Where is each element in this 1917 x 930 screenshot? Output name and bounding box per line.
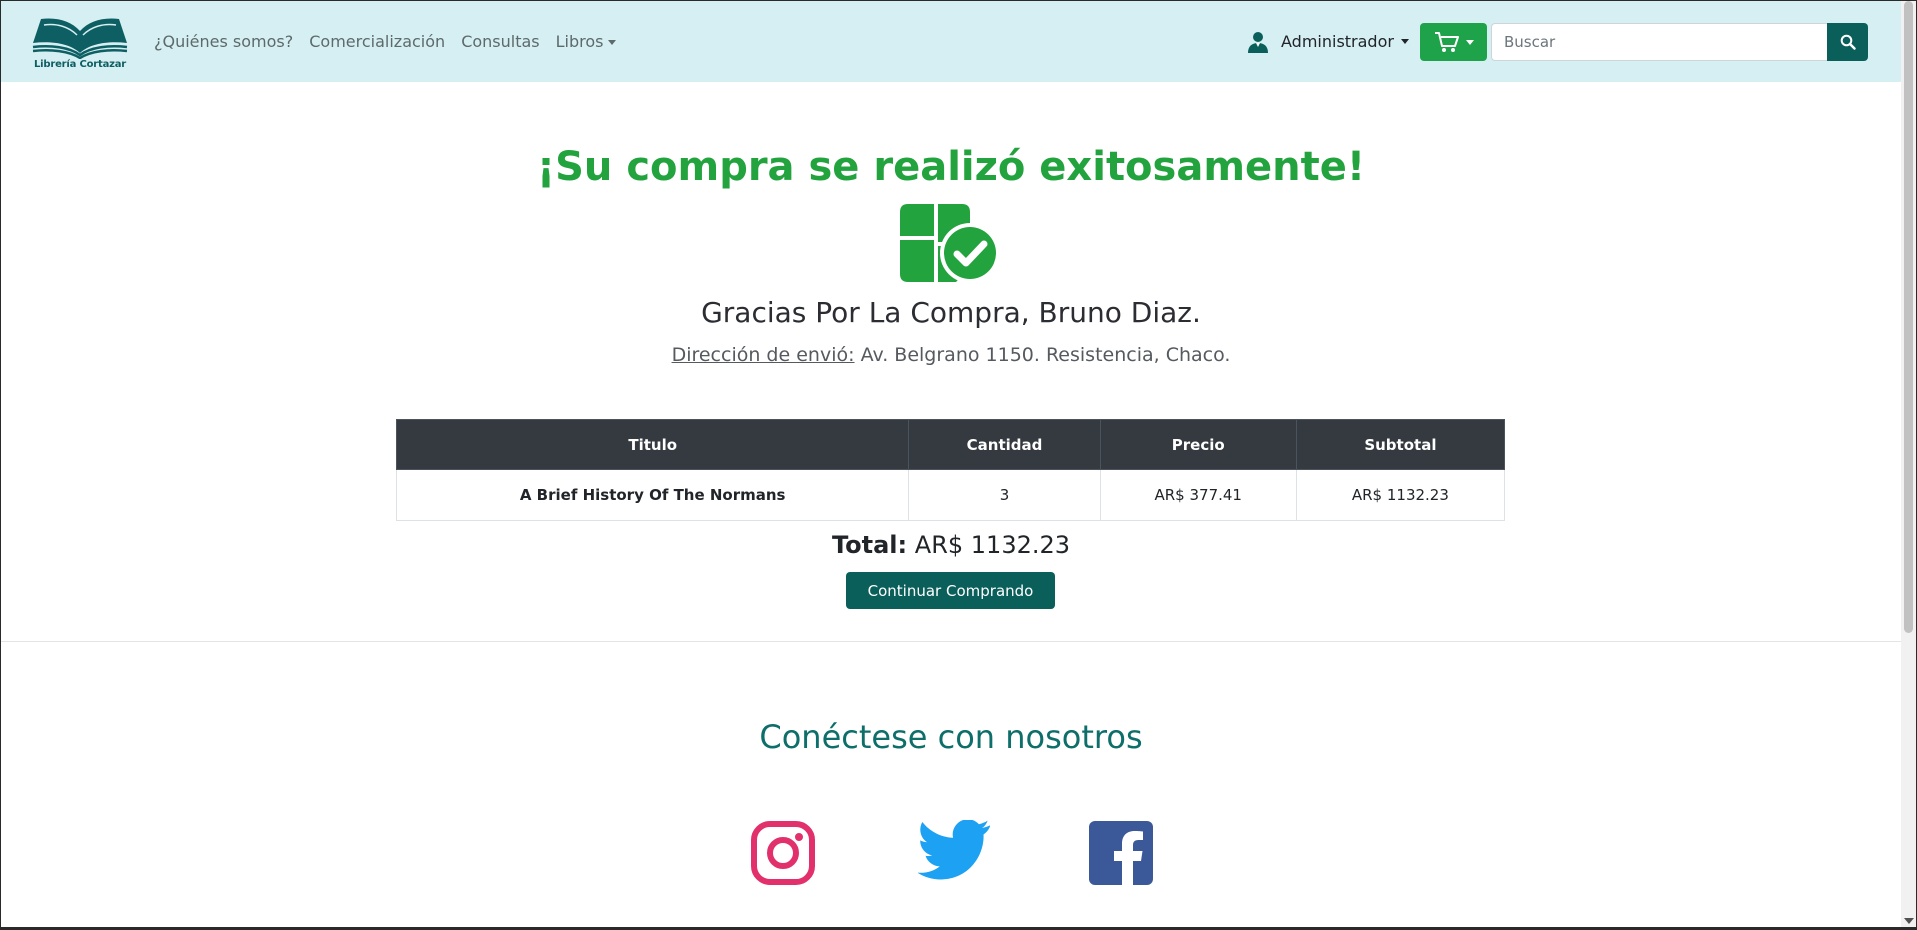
box-check-icon [900, 204, 1000, 283]
twitter-link[interactable] [918, 820, 990, 886]
shipping-address-value: Av. Belgrano 1150. Resistencia, Chaco. [860, 344, 1231, 366]
cell-subtotal: AR$ 1132.23 [1295, 469, 1506, 521]
search-input[interactable] [1491, 23, 1827, 61]
section-divider [1, 641, 1901, 642]
total-value: AR$ 1132.23 [914, 531, 1071, 559]
cell-price: AR$ 377.41 [1099, 469, 1297, 521]
open-book-icon [32, 18, 128, 59]
user-menu-dropdown[interactable]: Administrador [1247, 1, 1409, 82]
nav-link-comercializacion[interactable]: Comercialización [309, 32, 445, 51]
search-icon [1840, 34, 1856, 50]
brand-name: Librería Cortazar [33, 59, 127, 70]
table-row: A Brief History Of The Normans 3 AR$ 377… [395, 469, 1506, 521]
column-header-cantidad: Cantidad [908, 419, 1101, 470]
shopping-cart-icon [1434, 32, 1459, 52]
page: Librería Cortazar ¿Quiénes somos? Comerc… [0, 0, 1917, 930]
order-total: Total: AR$ 1132.23 [1, 531, 1901, 559]
total-label: Total: [831, 531, 908, 559]
scrollbar-thumb[interactable] [1904, 1, 1913, 633]
nav-link-quienes-somos[interactable]: ¿Quiénes somos? [154, 32, 293, 51]
nav-link-consultas[interactable]: Consultas [461, 32, 539, 51]
user-icon [1248, 31, 1268, 53]
cart-button[interactable] [1420, 23, 1487, 61]
chevron-down-icon [1465, 39, 1474, 45]
user-name: Administrador [1281, 32, 1394, 51]
column-header-subtotal: Subtotal [1295, 419, 1506, 470]
column-header-titulo: Titulo [395, 419, 910, 470]
nav-links: ¿Quiénes somos? Comercialización Consult… [154, 1, 632, 82]
instagram-icon [751, 821, 815, 885]
chevron-down-icon [1400, 39, 1409, 44]
shipping-address-label: Dirección de envió: [671, 344, 855, 366]
column-header-precio: Precio [1099, 419, 1297, 470]
table-header-row: Titulo Cantidad Precio Subtotal [395, 419, 1506, 470]
connect-title: Conéctese con nosotros [759, 718, 1143, 756]
chevron-down-icon [607, 40, 616, 45]
instagram-link[interactable] [750, 820, 816, 886]
shipping-address: Dirección de envió: Av. Belgrano 1150. R… [1, 344, 1901, 366]
facebook-icon [1089, 821, 1153, 886]
thanks-message: Gracias Por La Compra, Bruno Diaz. [701, 296, 1201, 329]
twitter-icon [918, 820, 990, 880]
facebook-link[interactable] [1088, 820, 1154, 886]
nav-link-libros-dropdown[interactable]: Libros [556, 32, 616, 51]
vertical-scrollbar[interactable] [1901, 1, 1916, 927]
scroll-down-arrow-icon[interactable] [1904, 918, 1914, 924]
brand-logo[interactable]: Librería Cortazar [29, 13, 131, 73]
navbar: Librería Cortazar ¿Quiénes somos? Comerc… [1, 1, 1901, 82]
nav-link-libros-label: Libros [555, 32, 604, 51]
cell-title: A Brief History Of The Normans [395, 469, 910, 521]
success-title: ¡Su compra se realizó exitosamente! [536, 144, 1366, 190]
continue-shopping-button[interactable]: Continuar Comprando [846, 572, 1055, 609]
order-table: Titulo Cantidad Precio Subtotal A Brief … [395, 419, 1506, 521]
search-button[interactable] [1827, 23, 1868, 61]
cell-quantity: 3 [908, 469, 1101, 521]
